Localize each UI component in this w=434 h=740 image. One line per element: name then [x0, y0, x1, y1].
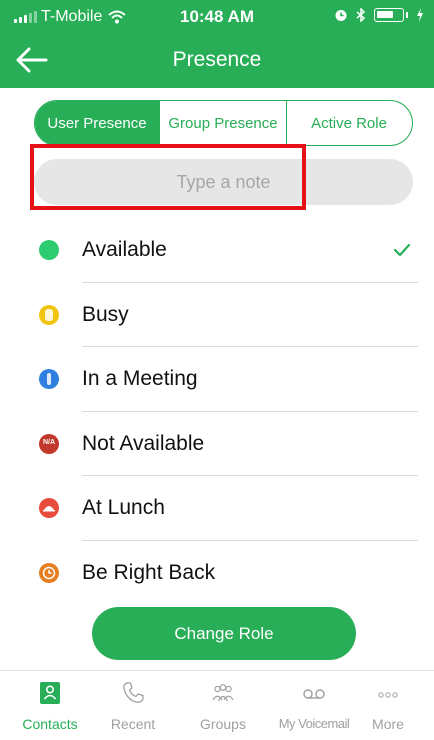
status-item-be-right-back[interactable]: Be Right Back: [0, 541, 434, 606]
note-input[interactable]: [34, 159, 413, 205]
tab-contacts[interactable]: Contacts: [10, 671, 90, 740]
tab-recent[interactable]: Recent: [93, 671, 173, 740]
contacts-icon: [40, 682, 60, 704]
meeting-dot-icon: [39, 369, 59, 389]
alarm-icon: [335, 10, 347, 21]
change-role-button[interactable]: Change Role: [92, 607, 356, 660]
tab-label: Groups: [200, 716, 246, 732]
status-label: Be Right Back: [82, 560, 216, 584]
lunch-dot-icon: [39, 498, 59, 518]
status-bar: T-Mobile 10:48 AM: [0, 0, 434, 32]
status-item-not-available[interactable]: N/A Not Available: [0, 412, 434, 476]
tab-more[interactable]: More: [348, 671, 428, 740]
status-item-available[interactable]: Available: [0, 218, 434, 283]
page-title: Presence: [172, 48, 262, 71]
status-label: At Lunch: [82, 496, 165, 519]
status-label: In a Meeting: [82, 367, 198, 390]
tab-label: Contacts: [22, 716, 78, 732]
navigation-bar: Presence: [0, 32, 434, 88]
tab-active-role[interactable]: Active Role: [287, 101, 411, 145]
status-label: Not Available: [82, 431, 205, 455]
bottom-tab-bar: Contacts Recent Groups My Voicemail More: [0, 670, 434, 740]
status-item-busy[interactable]: Busy: [0, 283, 434, 347]
presence-segmented-control: User Presence Group Presence Active Role: [34, 100, 413, 146]
battery-icon: [374, 8, 404, 22]
battery-tip: [406, 12, 408, 18]
bluetooth-icon: [356, 8, 366, 22]
voicemail-icon: [303, 689, 325, 699]
tab-label: Recent: [110, 716, 156, 732]
tab-label: More: [372, 716, 404, 732]
status-item-in-a-meeting[interactable]: In a Meeting: [0, 347, 434, 412]
available-dot-icon: [39, 240, 59, 260]
more-icon: [378, 692, 398, 698]
checkmark-icon: [393, 243, 411, 257]
tab-group-presence[interactable]: Group Presence: [160, 101, 287, 145]
tab-groups[interactable]: Groups: [183, 671, 263, 740]
not-available-dot-icon: N/A: [39, 433, 59, 454]
tab-user-presence[interactable]: User Presence: [35, 101, 160, 145]
be-right-back-dot-icon: [39, 562, 59, 583]
note-field-container: [34, 159, 413, 205]
busy-dot-icon: [39, 304, 59, 325]
status-item-at-lunch[interactable]: At Lunch: [0, 476, 434, 541]
status-icons: [334, 8, 424, 22]
status-label: Busy: [82, 302, 129, 326]
status-label: Available: [82, 238, 167, 261]
presence-status-list: Available Busy In a Meeting N/A Not Avai…: [0, 218, 434, 605]
charging-icon: [417, 8, 423, 22]
not-available-badge: N/A: [42, 438, 56, 446]
groups-icon: [212, 684, 234, 702]
phone-icon: [123, 682, 144, 703]
